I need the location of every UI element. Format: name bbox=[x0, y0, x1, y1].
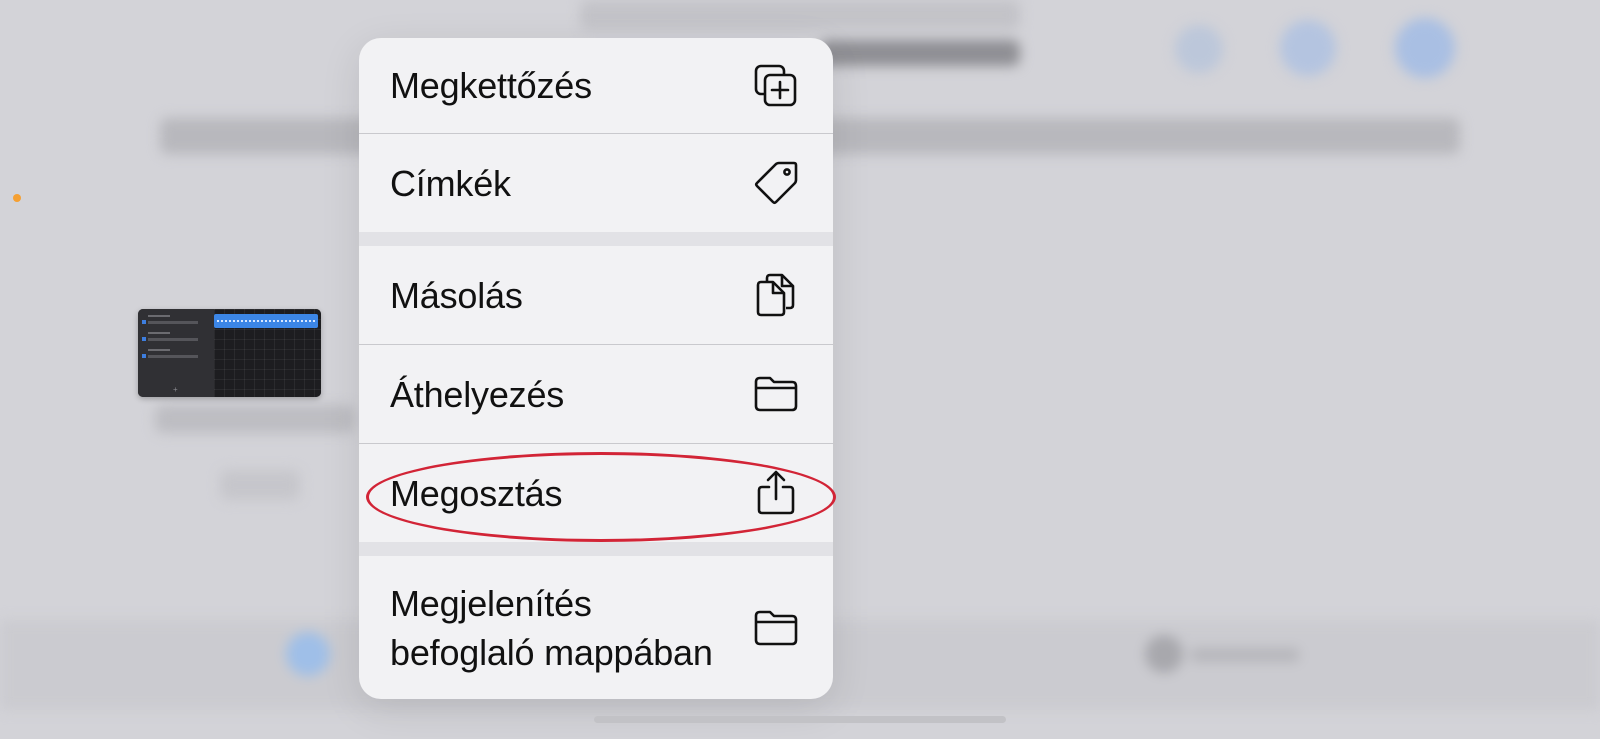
menu-item-label: Másolás bbox=[390, 274, 523, 316]
menu-item-copy[interactable]: Másolás bbox=[359, 246, 833, 344]
menu-item-share[interactable]: Megosztás bbox=[359, 444, 833, 542]
menu-item-label: Megkettőzés bbox=[390, 65, 592, 106]
context-menu: Megkettőzés Címkék Másolás Áthelyezés Me… bbox=[359, 38, 833, 699]
recording-indicator-dot bbox=[13, 194, 21, 202]
menu-item-label: Megosztás bbox=[390, 472, 563, 514]
menu-item-show-in-enclosing-folder[interactable]: Megjelenítés befoglaló mappában bbox=[359, 556, 833, 699]
project-thumbnail[interactable]: + bbox=[138, 309, 321, 397]
menu-section-gap bbox=[359, 542, 833, 556]
menu-item-label: Áthelyezés bbox=[390, 373, 565, 415]
menu-item-move[interactable]: Áthelyezés bbox=[359, 345, 833, 443]
tag-icon bbox=[753, 160, 799, 206]
track-header bbox=[142, 315, 210, 329]
folder-icon bbox=[753, 371, 799, 417]
share-icon bbox=[753, 470, 799, 516]
audio-region bbox=[214, 314, 318, 328]
duplicate-icon bbox=[753, 63, 799, 109]
menu-item-label: Címkék bbox=[390, 162, 511, 204]
track-header bbox=[142, 332, 210, 346]
menu-section-gap bbox=[359, 232, 833, 246]
folder-icon bbox=[753, 605, 799, 651]
home-indicator[interactable] bbox=[594, 716, 1006, 723]
track-header bbox=[142, 349, 210, 363]
add-track-icon: + bbox=[173, 385, 178, 394]
menu-item-label-line1: Megjelenítés bbox=[390, 582, 592, 624]
menu-item-duplicate[interactable]: Megkettőzés bbox=[359, 38, 833, 133]
menu-item-tags[interactable]: Címkék bbox=[359, 134, 833, 232]
copy-icon bbox=[753, 272, 799, 318]
menu-item-label: Megjelenítés befoglaló mappában bbox=[390, 579, 713, 677]
track-headers bbox=[138, 309, 214, 397]
menu-item-label-line2: befoglaló mappában bbox=[390, 631, 713, 673]
